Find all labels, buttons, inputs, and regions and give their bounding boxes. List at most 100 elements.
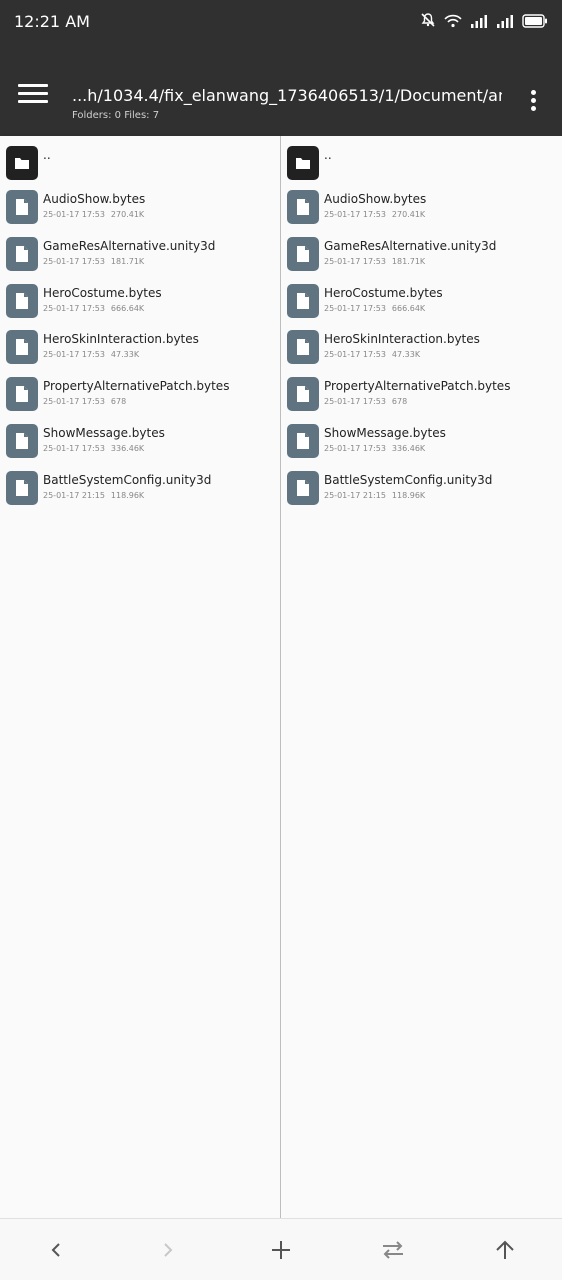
file-icon <box>16 199 28 215</box>
file-date: 25-01-17 17:53 <box>43 210 105 219</box>
add-button[interactable] <box>268 1237 294 1263</box>
file-meta: 25-01-17 17:53 336.46K <box>324 444 425 453</box>
parent-folder-row[interactable]: .. <box>0 142 281 188</box>
file-meta: 25-01-17 17:53 678 <box>324 397 407 406</box>
file-icon <box>297 479 309 496</box>
back-icon <box>51 1243 60 1257</box>
folder-icon-box <box>6 146 38 180</box>
file-icon <box>16 245 28 262</box>
bottom-toolbar <box>0 1218 562 1280</box>
file-date: 25-01-17 21:15 <box>324 490 386 500</box>
file-name: PropertyAlternativePatch.bytes <box>43 379 230 394</box>
dot <box>531 90 536 95</box>
file-icon <box>16 292 28 309</box>
status-time: 12:21 AM <box>14 12 90 31</box>
file-row[interactable]: GameResAlternative.unity3d 25-01-17 17:53… <box>281 233 562 279</box>
file-icon-box <box>6 283 38 318</box>
file-name: GameResAlternative.unity3d <box>43 238 216 253</box>
file-date: 25-01-17 17:53 <box>43 256 105 266</box>
file-icon <box>297 199 309 215</box>
right-pane[interactable]: .. AudioShow.bytes 25-01-17 17:53 270.41K Ga… <box>281 136 562 1218</box>
status-icons <box>420 12 548 32</box>
file-row[interactable]: HeroSkinInteraction.bytes 25-01-17 17:53 4… <box>0 326 281 372</box>
files-count: Files: 7 <box>124 110 160 121</box>
file-meta: 25-01-17 17:53 336.46K <box>43 444 144 453</box>
file-size: 336.46K <box>391 444 426 453</box>
add-icon <box>272 1241 290 1259</box>
file-row[interactable]: AudioShow.bytes 25-01-17 17:53 270.41K <box>281 186 562 232</box>
menu-icon-bar <box>18 92 48 95</box>
file-size: 118.96K <box>391 490 426 500</box>
file-icon-box <box>287 190 319 224</box>
file-icon-box <box>287 377 319 412</box>
parent-folder-label: .. <box>324 148 332 162</box>
file-icon-box <box>287 236 319 271</box>
file-name: HeroSkinInteraction.bytes <box>324 332 480 347</box>
file-row[interactable]: BattleSystemConfig.unity3d 25-01-17 21:15… <box>0 467 281 513</box>
file-row[interactable]: HeroCostume.bytes 25-01-17 17:53 666.64K <box>281 280 562 326</box>
back-button[interactable] <box>43 1237 69 1263</box>
file-icon-box <box>6 470 38 505</box>
file-icon <box>16 479 28 496</box>
file-name: ShowMessage.bytes <box>43 426 165 440</box>
file-name: PropertyAlternativePatch.bytes <box>324 379 511 394</box>
file-meta: 25-01-17 17:53 181.71K <box>43 257 144 266</box>
folder-file-count: Folders: 0 Files: 7 <box>72 110 159 121</box>
more-options-button[interactable] <box>530 90 538 114</box>
file-icon-box <box>6 330 38 365</box>
status-bar: 12:21 AM <box>0 0 562 44</box>
menu-icon-bar <box>18 84 48 87</box>
left-pane[interactable]: .. AudioShow.bytes 25-01-17 17:53 270.41K Ga… <box>0 136 281 1218</box>
swap-icon <box>383 1241 403 1259</box>
file-icon-box <box>6 190 38 224</box>
file-icon <box>16 433 28 449</box>
parent-folder-row[interactable]: .. <box>281 142 562 188</box>
file-icon <box>297 386 309 403</box>
file-icon <box>297 433 309 449</box>
forward-button[interactable] <box>155 1237 181 1263</box>
file-row[interactable]: ShowMessage.bytes 25-01-17 17:53 336.46K <box>0 420 281 466</box>
file-size: 336.46K <box>110 444 145 453</box>
file-row[interactable]: ShowMessage.bytes 25-01-17 17:53 336.46K <box>281 420 562 466</box>
folder-icon <box>15 158 29 169</box>
dot <box>531 98 536 103</box>
file-date: 25-01-17 17:53 <box>324 210 386 219</box>
file-size: 678 <box>110 397 127 407</box>
file-date: 25-01-17 17:53 <box>324 256 386 266</box>
current-path[interactable]: ...h/1034.4/fix_elanwang_1736406513/1/Do… <box>72 86 502 105</box>
file-meta: 25-01-17 17:53 270.41K <box>43 210 144 219</box>
file-row[interactable]: PropertyAlternativePatch.bytes 25-01-17 1… <box>0 373 281 419</box>
up-icon <box>496 1240 514 1259</box>
file-size: 270.41K <box>110 210 145 219</box>
menu-button[interactable] <box>18 84 48 108</box>
file-meta: 25-01-17 21:15 118.96K <box>324 491 425 500</box>
file-row[interactable]: HeroSkinInteraction.bytes 25-01-17 17:53 4… <box>281 326 562 372</box>
swap-panes-button[interactable] <box>380 1237 406 1263</box>
up-directory-button[interactable] <box>492 1237 518 1263</box>
file-meta: 25-01-17 21:15 118.96K <box>43 491 144 500</box>
file-row[interactable]: PropertyAlternativePatch.bytes 25-01-17 1… <box>281 373 562 419</box>
file-icon-box <box>287 424 319 458</box>
file-date: 25-01-17 17:53 <box>43 444 105 453</box>
file-size: 47.33K <box>391 350 421 360</box>
file-date: 25-01-17 17:53 <box>324 350 386 360</box>
file-row[interactable]: HeroCostume.bytes 25-01-17 17:53 666.64K <box>0 280 281 326</box>
file-row[interactable]: GameResAlternative.unity3d 25-01-17 17:53… <box>0 233 281 279</box>
file-size: 47.33K <box>110 350 140 360</box>
file-icon <box>297 245 309 262</box>
file-name: AudioShow.bytes <box>43 192 146 206</box>
file-name: ShowMessage.bytes <box>324 426 446 440</box>
file-size: 181.71K <box>391 256 426 266</box>
file-row[interactable]: BattleSystemConfig.unity3d 25-01-17 21:15… <box>281 467 562 513</box>
dual-pane-container: .. AudioShow.bytes 25-01-17 17:53 270.41K Ga… <box>0 136 562 1218</box>
file-name: GameResAlternative.unity3d <box>324 238 497 253</box>
file-meta: 25-01-17 17:53 47.33K <box>43 350 139 359</box>
file-meta: 25-01-17 17:53 678 <box>43 397 126 406</box>
file-row[interactable]: AudioShow.bytes 25-01-17 17:53 270.41K <box>0 186 281 232</box>
battery-icon <box>522 13 548 32</box>
file-meta: 25-01-17 17:53 47.33K <box>324 350 420 359</box>
file-icon-box <box>287 470 319 505</box>
signal-icon <box>496 13 514 32</box>
folder-icon <box>296 158 310 169</box>
file-date: 25-01-17 17:53 <box>43 350 105 360</box>
